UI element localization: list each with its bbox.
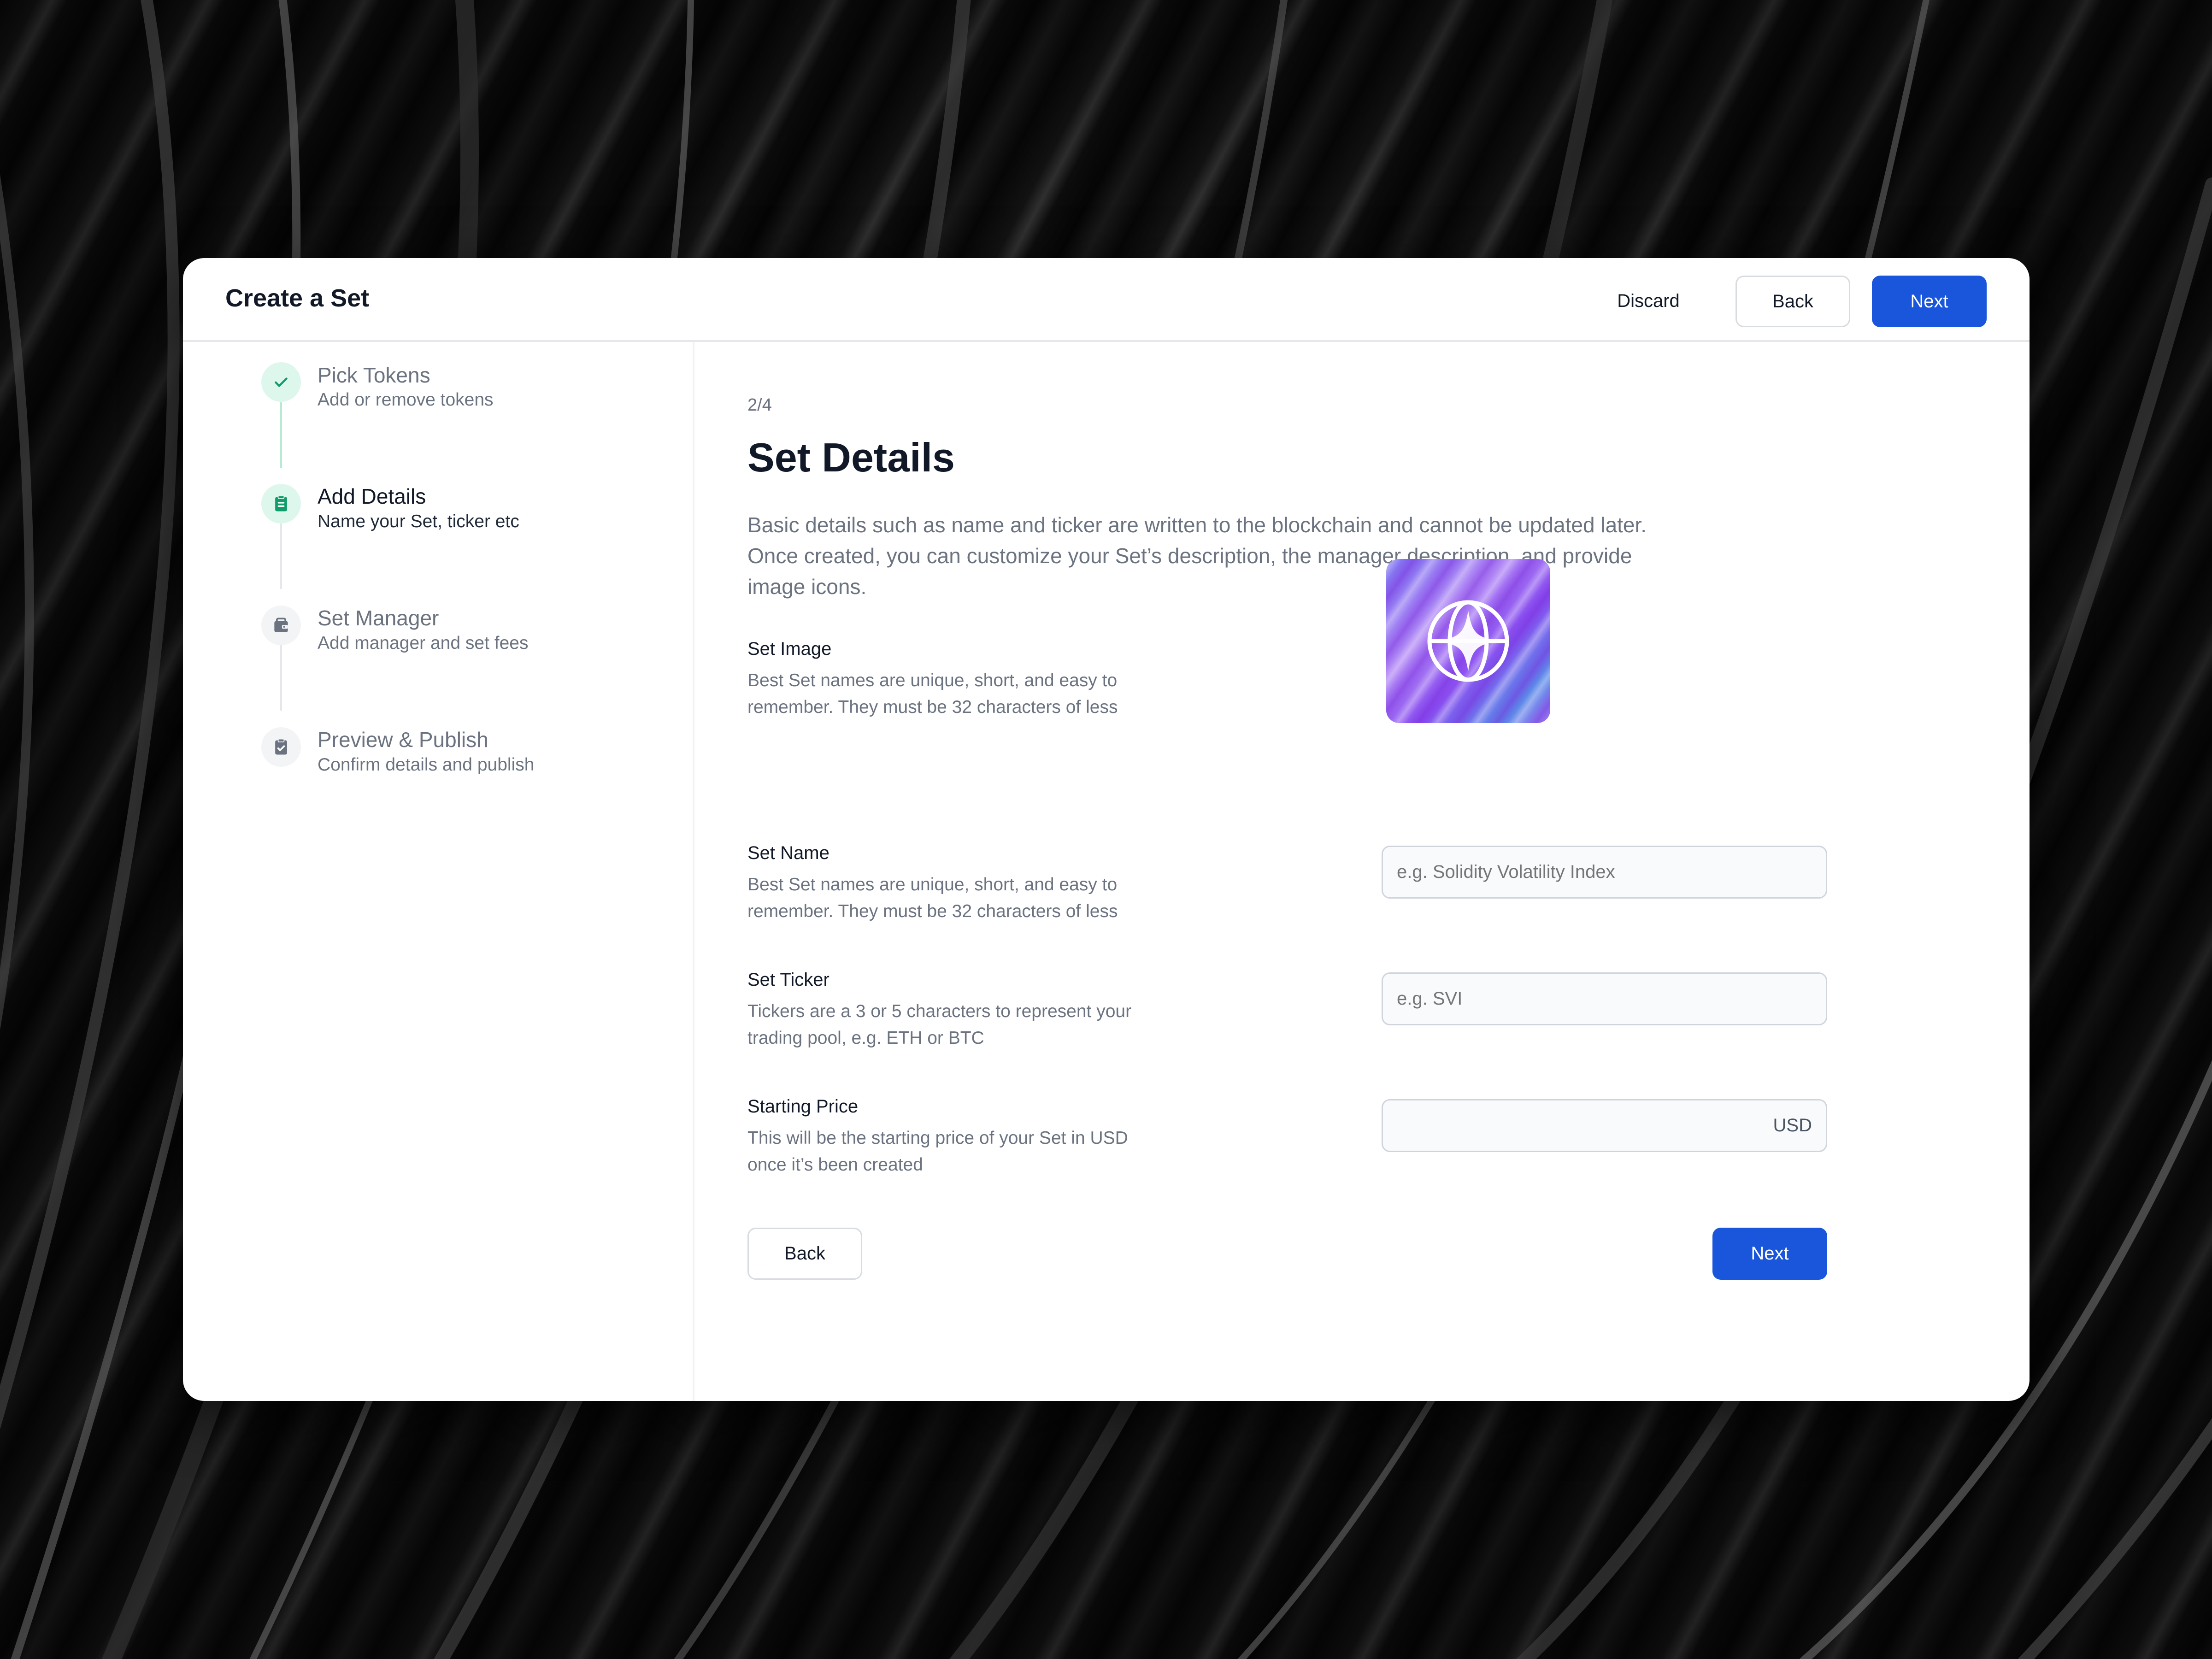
step-2-title[interactable]: Add Details xyxy=(318,484,426,509)
step-1-subtitle: Add or remove tokens xyxy=(318,390,494,410)
step-1-status[interactable] xyxy=(261,362,301,402)
set-name-input[interactable] xyxy=(1382,846,1827,899)
header-next-button[interactable]: Next xyxy=(1872,276,1987,327)
globe-sparkle-icon xyxy=(1427,600,1509,682)
dialog-title: Create a Set xyxy=(225,284,370,312)
step-1-title[interactable]: Pick Tokens xyxy=(318,363,430,388)
header-back-button[interactable]: Back xyxy=(1735,276,1850,327)
footer-back-button[interactable]: Back xyxy=(747,1228,862,1280)
set-name-label: Set Name xyxy=(747,843,830,863)
step-3-subtitle: Add manager and set fees xyxy=(318,633,529,653)
discard-button[interactable]: Discard xyxy=(1602,276,1694,326)
set-ticker-input[interactable] xyxy=(1382,972,1827,1025)
step-2-subtitle: Name your Set, ticker etc xyxy=(318,512,519,531)
starting-price-label: Starting Price xyxy=(747,1096,859,1117)
step-4-title[interactable]: Preview & Publish xyxy=(318,727,488,752)
check-icon xyxy=(275,377,288,387)
set-details-form: 2/4 Set Details Basic details such as na… xyxy=(694,342,2030,1401)
step-3-title[interactable]: Set Manager xyxy=(318,606,439,630)
set-image-label: Set Image xyxy=(747,639,832,659)
dialog-header: Create a Set Discard Back Next xyxy=(183,258,2030,342)
step-3-status[interactable] xyxy=(261,606,301,645)
set-name-help: Best Set names are unique, short, and ea… xyxy=(747,875,1118,921)
set-ticker-label: Set Ticker xyxy=(747,970,830,990)
steps-sidebar: Pick Tokens Add or remove tokens Add Det… xyxy=(183,342,694,1401)
set-image-upload[interactable] xyxy=(1386,559,1550,723)
starting-price-help: This will be the starting price of your … xyxy=(747,1128,1128,1175)
currency-suffix: USD xyxy=(1773,1115,1812,1135)
clipboard-icon xyxy=(275,495,287,512)
step-counter: 2/4 xyxy=(747,395,772,415)
step-connector xyxy=(280,524,282,589)
set-ticker-help: Tickers are a 3 or 5 characters to repre… xyxy=(747,1001,1132,1048)
footer-next-button[interactable]: Next xyxy=(1712,1228,1827,1280)
step-connector xyxy=(280,402,282,468)
step-4-status[interactable] xyxy=(261,727,301,767)
page-title: Set Details xyxy=(747,435,955,480)
create-set-dialog: Create a Set Discard Back Next Pick Toke… xyxy=(183,258,2030,1401)
step-2-status[interactable] xyxy=(261,484,301,524)
step-4-subtitle: Confirm details and publish xyxy=(318,755,535,775)
clipboard-check-icon xyxy=(275,738,287,755)
step-connector xyxy=(280,645,282,711)
wallet-icon xyxy=(274,618,288,632)
starting-price-input[interactable]: USD xyxy=(1382,1099,1827,1152)
set-image-help: Best Set names are unique, short, and ea… xyxy=(747,671,1118,717)
